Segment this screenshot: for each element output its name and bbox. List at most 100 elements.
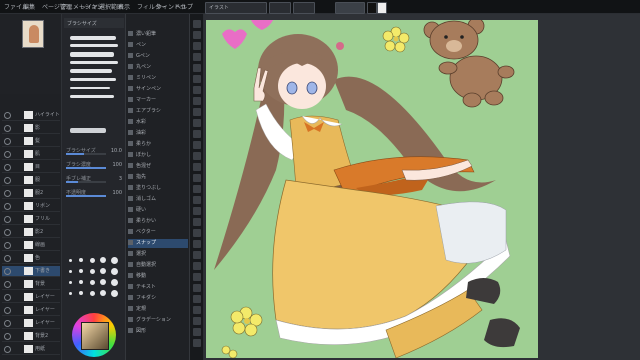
sub-tool-item[interactable]: 移動	[128, 272, 188, 281]
visibility-eye-icon[interactable]	[4, 268, 11, 275]
visibility-eye-icon[interactable]	[4, 151, 11, 158]
brush-size-dot[interactable]	[68, 291, 72, 295]
visibility-eye-icon[interactable]	[4, 255, 11, 262]
visibility-eye-icon[interactable]	[4, 125, 11, 132]
sub-tool-item[interactable]: グラデーション	[128, 316, 188, 325]
brush-size-dot[interactable]	[89, 268, 95, 274]
sub-color-swatch[interactable]	[377, 2, 387, 14]
brush-stroke-preview[interactable]	[70, 61, 118, 64]
visibility-eye-icon[interactable]	[4, 229, 11, 236]
brush-size-dot[interactable]	[100, 290, 106, 296]
layer-row[interactable]: 目	[2, 162, 60, 173]
layer-row[interactable]: 服	[2, 175, 60, 186]
visibility-eye-icon[interactable]	[4, 294, 11, 301]
layer-row[interactable]: リボン	[2, 201, 60, 212]
sub-tool-item[interactable]: 油彩	[128, 129, 188, 138]
command-button[interactable]	[193, 262, 201, 270]
layer-row[interactable]: 服2	[2, 188, 60, 199]
sub-tool-item[interactable]: エアブラシ	[128, 107, 188, 116]
visibility-eye-icon[interactable]	[4, 346, 11, 353]
command-button[interactable]	[193, 251, 201, 259]
brush-stroke-preview[interactable]	[70, 44, 118, 47]
brush-size-dot[interactable]	[89, 290, 95, 296]
visibility-eye-icon[interactable]	[4, 320, 11, 327]
brush-size-dot[interactable]	[100, 279, 106, 285]
menu-item[interactable]: ヘルプ	[175, 2, 193, 11]
command-button[interactable]	[193, 317, 201, 325]
sub-tool-item[interactable]: 濃い鉛筆	[128, 30, 188, 39]
brush-size-dot[interactable]	[68, 280, 72, 284]
brush-size-dot[interactable]	[79, 258, 83, 262]
visibility-eye-icon[interactable]	[4, 164, 11, 171]
visibility-eye-icon[interactable]	[4, 203, 11, 210]
rotate-control[interactable]	[293, 2, 315, 14]
brush-stroke-preview[interactable]	[70, 78, 116, 81]
sub-tool-item[interactable]: 図形	[128, 327, 188, 336]
command-button[interactable]	[193, 86, 201, 94]
command-button[interactable]	[193, 141, 201, 149]
layer-row[interactable]: 背景	[2, 279, 60, 290]
visibility-eye-icon[interactable]	[4, 138, 11, 145]
layer-row[interactable]: 線画	[2, 240, 60, 251]
layer-row[interactable]: 背景2	[2, 331, 60, 342]
command-button[interactable]	[193, 108, 201, 116]
color-square[interactable]	[81, 322, 109, 350]
brush-stroke-preview[interactable]	[70, 52, 114, 57]
color-swatch-group[interactable]	[335, 2, 365, 14]
brush-size-dot[interactable]	[100, 268, 106, 274]
layer-row[interactable]: 髪	[2, 136, 60, 147]
sub-tool-item[interactable]: ミリペン	[128, 74, 188, 83]
drawing-canvas[interactable]	[206, 20, 538, 358]
brush-setting-slider[interactable]: ブラシサイズ 10.0	[66, 148, 122, 157]
layer-row[interactable]: レイヤー	[2, 305, 60, 316]
brush-size-dot[interactable]	[79, 269, 83, 273]
sub-tool-item[interactable]: 塗りつぶし	[128, 184, 188, 193]
sub-tool-item[interactable]: 丸ペン	[128, 63, 188, 72]
command-button[interactable]	[193, 152, 201, 160]
menu-item[interactable]: 編集	[23, 2, 35, 11]
command-button[interactable]	[193, 196, 201, 204]
navigator-thumbnail[interactable]	[22, 20, 44, 48]
visibility-eye-icon[interactable]	[4, 333, 11, 340]
command-button[interactable]	[193, 207, 201, 215]
layer-row[interactable]: 用紙	[2, 344, 60, 355]
menu-item[interactable]: 表示	[118, 2, 130, 11]
brush-size-dot[interactable]	[100, 257, 106, 263]
brush-size-dot[interactable]	[110, 267, 118, 275]
sub-tool-item[interactable]: 選択	[128, 250, 188, 259]
command-button[interactable]	[193, 53, 201, 61]
zoom-control[interactable]	[269, 2, 291, 14]
layer-row[interactable]: 色	[2, 253, 60, 264]
visibility-eye-icon[interactable]	[4, 112, 11, 119]
brush-stroke-preview[interactable]	[70, 69, 112, 73]
brush-setting-slider[interactable]: 手ブレ補正 3	[66, 176, 122, 185]
brush-size-dot[interactable]	[89, 279, 95, 285]
command-button[interactable]	[193, 64, 201, 72]
sub-tool-item[interactable]: 定規	[128, 305, 188, 314]
command-button[interactable]	[193, 119, 201, 127]
sub-tool-item[interactable]: 自動選択	[128, 261, 188, 270]
command-button[interactable]	[193, 20, 201, 28]
command-button[interactable]	[193, 284, 201, 292]
sub-tool-item[interactable]: サインペン	[128, 85, 188, 94]
command-button[interactable]	[193, 273, 201, 281]
sub-tool-item[interactable]: 指先	[128, 173, 188, 182]
color-wheel[interactable]	[72, 313, 116, 357]
brush-size-dot[interactable]	[110, 289, 118, 297]
sub-tool-item[interactable]: フキダシ	[128, 294, 188, 303]
command-button[interactable]	[193, 174, 201, 182]
command-button[interactable]	[193, 339, 201, 347]
visibility-eye-icon[interactable]	[4, 190, 11, 197]
command-button[interactable]	[193, 42, 201, 50]
sub-tool-item[interactable]: ベクター	[128, 228, 188, 237]
brush-size-palette[interactable]	[66, 256, 122, 300]
command-button[interactable]	[193, 163, 201, 171]
brush-size-dot[interactable]	[79, 280, 83, 284]
layer-row[interactable]: ハイライト	[2, 110, 60, 121]
sub-tool-item[interactable]: テキスト	[128, 283, 188, 292]
brush-size-dot[interactable]	[110, 256, 118, 264]
layer-row[interactable]: 下書き	[2, 266, 60, 277]
command-button[interactable]	[193, 97, 201, 105]
sub-tool-item[interactable]: Gペン	[128, 52, 188, 61]
brush-stroke-preview[interactable]	[70, 36, 116, 40]
